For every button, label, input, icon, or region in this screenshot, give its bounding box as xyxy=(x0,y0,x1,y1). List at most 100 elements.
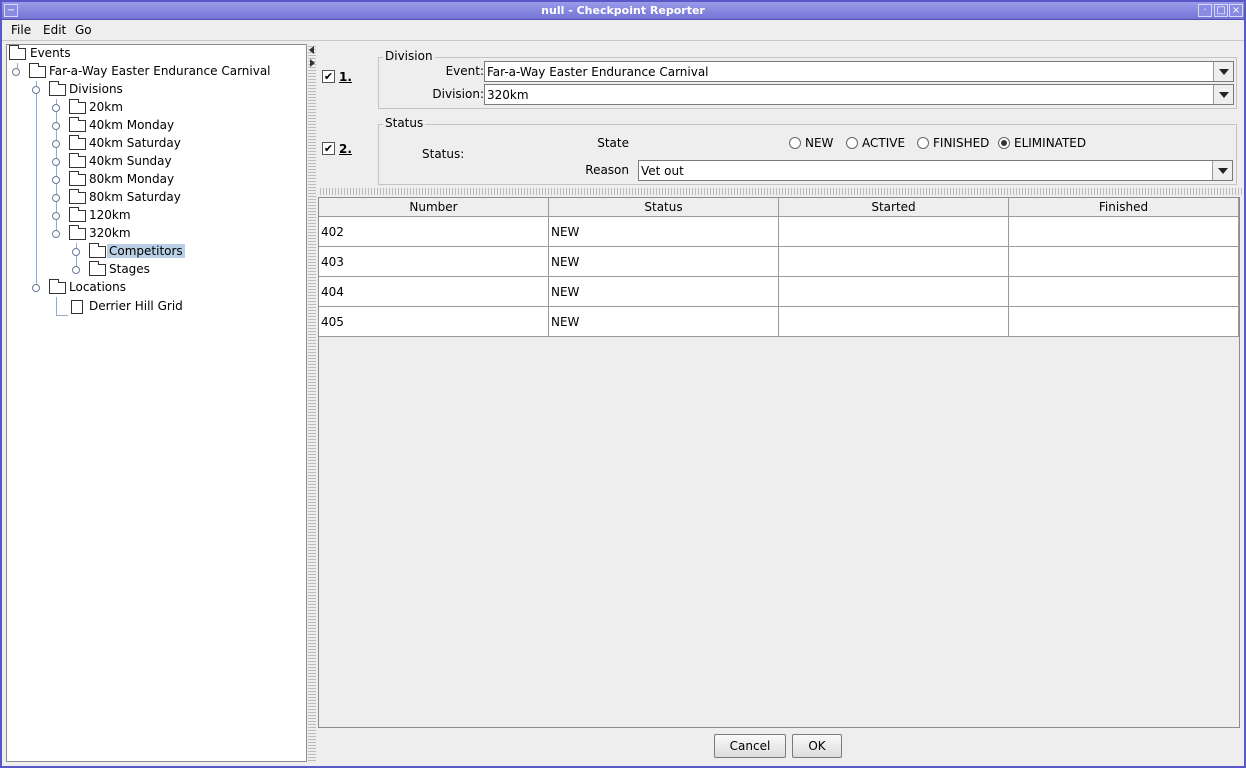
column-header-finished[interactable]: Finished xyxy=(1009,198,1239,217)
column-header-status[interactable]: Status xyxy=(549,198,779,217)
expand-handle-icon[interactable] xyxy=(52,176,60,184)
folder-icon xyxy=(69,99,86,114)
folder-icon xyxy=(89,243,106,258)
column-header-started[interactable]: Started xyxy=(779,198,1009,217)
menu-edit-label: Edit xyxy=(43,23,67,37)
table-cell[interactable]: 402 xyxy=(319,217,549,247)
step-2-checkbox[interactable]: ✔ xyxy=(322,142,335,155)
expand-handle-icon[interactable] xyxy=(32,86,40,94)
tree-label: 320km xyxy=(89,226,131,240)
horizontal-divider[interactable] xyxy=(318,188,1242,195)
expand-handle-icon[interactable] xyxy=(52,158,60,166)
folder-icon xyxy=(49,81,66,96)
state-active-label[interactable]: ACTIVE xyxy=(862,136,905,150)
state-eliminated-radio[interactable] xyxy=(998,137,1010,149)
table-cell[interactable]: NEW xyxy=(549,247,779,277)
minimize-icon[interactable]: · xyxy=(1198,4,1212,17)
table-cell[interactable] xyxy=(779,217,1009,247)
table-cell[interactable] xyxy=(1009,247,1239,277)
division-group-legend: Division xyxy=(383,49,435,63)
tree-label: Derrier Hill Grid xyxy=(89,299,183,313)
menu-go[interactable]: Go xyxy=(75,23,92,37)
state-new-radio[interactable] xyxy=(789,137,801,149)
expand-handle-icon[interactable] xyxy=(52,212,60,220)
folder-icon xyxy=(69,189,86,204)
window-menu-icon[interactable]: − xyxy=(4,4,18,17)
table-cell[interactable]: 403 xyxy=(319,247,549,277)
tree-line xyxy=(36,81,37,291)
dropdown-arrow-icon[interactable] xyxy=(1212,161,1232,180)
folder-icon xyxy=(69,207,86,222)
status-label: Status: xyxy=(422,147,465,161)
close-icon[interactable]: × xyxy=(1229,4,1243,17)
table-cell[interactable]: NEW xyxy=(549,277,779,307)
dropdown-arrow-icon[interactable] xyxy=(1213,62,1233,81)
expand-handle-icon[interactable] xyxy=(12,68,20,76)
state-active-radio[interactable] xyxy=(846,137,858,149)
table-cell[interactable] xyxy=(1009,307,1239,337)
state-new-label[interactable]: NEW xyxy=(805,136,833,150)
expand-handle-icon[interactable] xyxy=(72,248,80,256)
menu-bar: File Edit Go xyxy=(2,20,1244,41)
folder-icon xyxy=(9,45,26,60)
table-cell[interactable] xyxy=(779,277,1009,307)
event-combo-value: Far-a-Way Easter Endurance Carnival xyxy=(487,65,709,79)
reason-label: Reason xyxy=(585,163,629,177)
state-eliminated-label[interactable]: ELIMINATED xyxy=(1014,136,1086,150)
cancel-button[interactable]: Cancel xyxy=(714,734,786,758)
menu-edit[interactable]: Edit xyxy=(43,23,66,37)
expand-handle-icon[interactable] xyxy=(72,266,80,274)
folder-icon xyxy=(49,279,66,294)
tree-label: Far-a-Way Easter Endurance Carnival xyxy=(49,64,271,78)
ok-button[interactable]: OK xyxy=(792,734,842,758)
division-combo[interactable]: 320km xyxy=(484,84,1234,105)
tree-label: 20km xyxy=(89,100,123,114)
column-header-number[interactable]: Number xyxy=(319,198,549,217)
tree-label-selected: Competitors xyxy=(107,244,185,258)
menu-file[interactable]: File xyxy=(11,23,31,37)
tree-label: 120km xyxy=(89,208,131,222)
expand-handle-icon[interactable] xyxy=(52,194,60,202)
folder-icon xyxy=(29,63,46,78)
folder-icon xyxy=(69,225,86,240)
table-cell[interactable]: NEW xyxy=(549,307,779,337)
expand-handle-icon[interactable] xyxy=(52,140,60,148)
step-1-label: 1. xyxy=(339,70,352,84)
app-window: − null - Checkpoint Reporter · □ × File … xyxy=(0,0,1246,768)
table-cell[interactable] xyxy=(1009,217,1239,247)
tree-label: 80km Saturday xyxy=(89,190,181,204)
table-cell[interactable]: 404 xyxy=(319,277,549,307)
collapse-left-icon[interactable] xyxy=(309,46,314,54)
expand-handle-icon[interactable] xyxy=(52,230,60,238)
competitors-table[interactable]: Number Status Started Finished 402 NEW 4… xyxy=(318,197,1240,728)
event-tree[interactable]: Events Far-a-Way Easter Endurance Carniv… xyxy=(6,44,307,762)
table-cell[interactable]: 405 xyxy=(319,307,549,337)
tree-label: Divisions xyxy=(69,82,123,96)
folder-icon xyxy=(69,117,86,132)
expand-right-icon[interactable] xyxy=(310,59,315,67)
dropdown-arrow-icon[interactable] xyxy=(1213,85,1233,104)
expand-handle-icon[interactable] xyxy=(52,122,60,130)
event-combo[interactable]: Far-a-Way Easter Endurance Carnival xyxy=(484,61,1234,82)
folder-icon xyxy=(69,153,86,168)
table-cell[interactable] xyxy=(1009,277,1239,307)
split-pane-divider[interactable] xyxy=(308,44,316,762)
tree-label: Locations xyxy=(69,280,127,294)
expand-handle-icon[interactable] xyxy=(52,104,60,112)
table-cell[interactable]: NEW xyxy=(549,217,779,247)
table-cell[interactable] xyxy=(779,307,1009,337)
menu-file-label: File xyxy=(11,23,32,37)
maximize-icon[interactable]: □ xyxy=(1214,4,1228,17)
division-label: Division: xyxy=(432,87,484,101)
step-1-checkbox[interactable]: ✔ xyxy=(322,70,335,83)
tree-label: Events xyxy=(30,46,71,60)
event-label: Event: xyxy=(445,64,484,78)
title-bar: − null - Checkpoint Reporter · □ × xyxy=(2,2,1244,20)
step-2-label: 2. xyxy=(339,142,352,156)
expand-handle-icon[interactable] xyxy=(32,284,40,292)
tree-label: 40km Saturday xyxy=(89,136,181,150)
state-finished-radio[interactable] xyxy=(917,137,929,149)
reason-combo[interactable]: Vet out xyxy=(638,160,1233,181)
state-finished-label[interactable]: FINISHED xyxy=(933,136,989,150)
table-cell[interactable] xyxy=(779,247,1009,277)
